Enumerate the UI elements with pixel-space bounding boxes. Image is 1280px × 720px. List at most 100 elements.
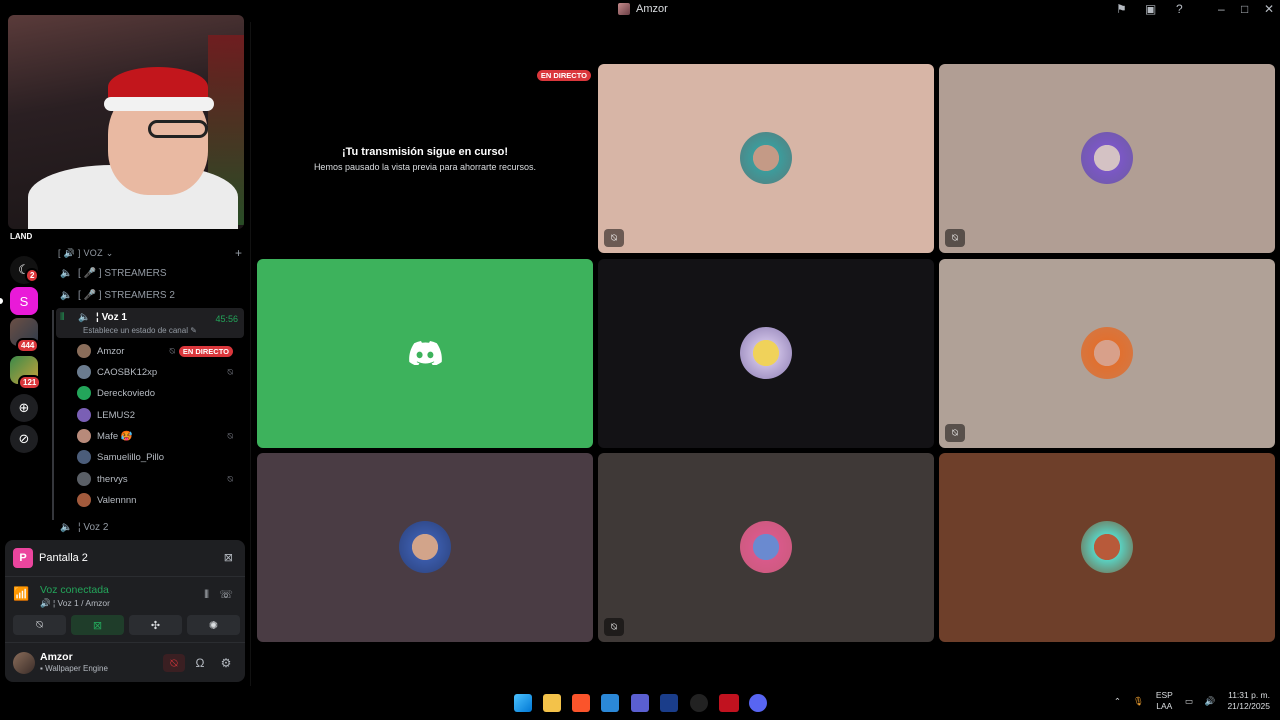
title-bar: Amzor ⚑ ▣ ? – □ ✕ [250,0,1280,22]
voice-connected-label[interactable]: Voz conectada [40,584,109,596]
activities-button[interactable]: ✣ [129,615,182,635]
user-name: Amzor [97,345,125,357]
steam-icon[interactable] [690,694,708,712]
participant-tile[interactable]: ⍉ [939,259,1275,448]
language-indicator[interactable]: ESP LAA [1156,690,1173,712]
maximize-icon[interactable]: □ [1241,2,1248,16]
participant-tile[interactable] [598,259,934,448]
participant-avatar [1081,132,1133,184]
settings-gear-icon[interactable]: ⚙ [215,654,237,672]
muted-icon: ⍉ [227,366,233,377]
help-icon[interactable]: ? [1176,2,1183,16]
brave-browser-icon[interactable] [572,694,590,712]
category-voz[interactable]: [ 🔊 ] VOZ ⌄ [58,248,114,259]
video-off-icon: ⍉ [169,345,175,356]
edge-app-icon[interactable] [660,694,678,712]
voice-status: 📶 Voz conectada 🔊 ¦ Voz 1 / Amzor ⦀ ☏ [13,584,237,610]
server-icon-s[interactable]: S [10,287,38,315]
channel-streamers[interactable]: 🔈 [ 🎤 ] STREAMERS [56,263,244,283]
game-app-icon[interactable] [631,694,649,712]
channel-streamers-2[interactable]: 🔈 [ 🎤 ] STREAMERS 2 [56,285,244,305]
user-name[interactable]: Amzor [40,651,73,663]
channel-voz-1[interactable]: ⦀ 🔈 ¦ Voz 1 45:56 Establece un estado de… [56,308,244,338]
participant-tile[interactable] [939,453,1275,642]
divider [5,576,245,577]
inbox-icon[interactable]: ⚑ [1116,2,1127,16]
mute-mic-icon[interactable]: ⍉ [163,654,185,672]
speaker-icon: 🔈 [60,289,73,301]
voice-user[interactable]: thervys ⍉ [77,469,237,489]
paused-title: ¡Tu transmisión sigue en curso! [341,146,509,158]
voice-user[interactable]: Amzor ⍉ EN DIRECTO [77,341,237,361]
voice-user[interactable]: CAOSBK12xp ⍉ [77,362,237,382]
screen-icon[interactable]: ▣ [1145,2,1156,16]
camera-button[interactable]: ⍉ [13,615,66,635]
soundboard-button[interactable]: ✺ [187,615,240,635]
signal-icon: 📶 [13,586,30,601]
camera-off-icon: ⍉ [36,618,43,631]
add-server-icon[interactable]: ⊕ [10,394,38,422]
add-channel-icon[interactable]: + [235,246,242,260]
activities-icon: ✣ [150,619,161,632]
channel-status[interactable]: Establece un estado de canal ✎ [83,326,197,335]
divider [5,642,245,643]
voice-channel-path: 🔊 ¦ Voz 1 / Amzor [40,598,110,608]
channel-timer: 45:56 [215,314,238,324]
user-name: thervys [97,473,128,485]
channel-voz-2[interactable]: 🔈 ¦ Voz 2 [56,517,244,537]
system-tray: ⌃ 🎙 ESP LAA ▭ 🔊 11:31 p. m. 21/12/2025 [1114,690,1270,712]
avatar [77,408,91,422]
screen-share-icon: ⊠ [92,619,103,632]
start-icon[interactable] [514,694,532,712]
participant-tile[interactable]: ⍉ [598,453,934,642]
voice-user[interactable]: Valennnn [77,490,237,510]
channel-label: ¦ Voz 2 [78,521,109,533]
discord-icon[interactable] [749,694,767,712]
muted-icon: ⍉ [227,430,233,441]
voice-user[interactable]: LEMUS2 [77,405,237,425]
clock[interactable]: 11:31 p. m. 21/12/2025 [1227,690,1270,712]
video-off-icon: ⍉ [604,618,624,636]
chevron-up-icon[interactable]: ⌃ [1114,696,1121,707]
disconnect-icon[interactable]: ☏ [219,588,233,601]
microphone-icon[interactable]: 🎙 [1133,696,1144,707]
user-panel: P Pantalla 2 ⊠ 📶 Voz conectada 🔊 ¦ Voz 1… [5,540,245,682]
volume-icon[interactable]: 🔊 [1205,696,1216,707]
channel-label: [ 🎤 ] STREAMERS 2 [78,289,175,301]
participant-tile-discord[interactable] [257,259,593,448]
participant-avatar [740,132,792,184]
avatar [77,493,91,507]
voice-user[interactable]: Dereckoviedo [77,383,237,403]
news-app-icon[interactable] [719,694,739,712]
network-icon[interactable]: ▭ [1185,696,1193,707]
store-icon[interactable] [601,694,619,712]
headphones-icon[interactable]: Ω [189,654,211,672]
file-explorer-icon[interactable] [543,694,561,712]
video-off-icon: ⍉ [945,229,965,247]
participant-tile[interactable] [257,453,593,642]
noise-suppression-icon[interactable]: ⦀ [204,589,209,602]
voice-activity-icon: ⦀ [60,312,65,323]
badge-2: 444 [16,338,40,353]
glasses [148,120,208,138]
muted-icon: ⍉ [227,473,233,484]
badge-3: 121 [18,375,42,390]
participant-avatar [1081,327,1133,379]
stop-stream-icon[interactable]: ⊠ [224,551,233,564]
stream-source-icon: P [13,548,33,568]
participant-tile[interactable]: ⍉ [598,64,934,253]
avatar [77,386,91,400]
screen-share-button[interactable]: ⊠ [71,615,124,635]
live-badge: EN DIRECTO [536,70,591,81]
minimize-icon[interactable]: – [1218,2,1225,16]
stream-stage: EN DIRECTO ¡Tu transmisión sigue en curs… [250,22,1280,686]
speaker-icon: 🔈 [78,312,91,323]
live-badge: EN DIRECTO [178,345,233,357]
paused-preview: EN DIRECTO ¡Tu transmisión sigue en curs… [257,64,593,253]
participant-tile[interactable]: ⍉ [939,64,1275,253]
user-avatar[interactable] [13,652,35,674]
voice-user[interactable]: Samuelillo_Pillo [77,447,237,467]
explore-icon[interactable]: ⊘ [10,425,38,453]
voice-user[interactable]: Mafe 🥵 ⍉ [77,426,237,446]
close-icon[interactable]: ✕ [1264,2,1274,16]
